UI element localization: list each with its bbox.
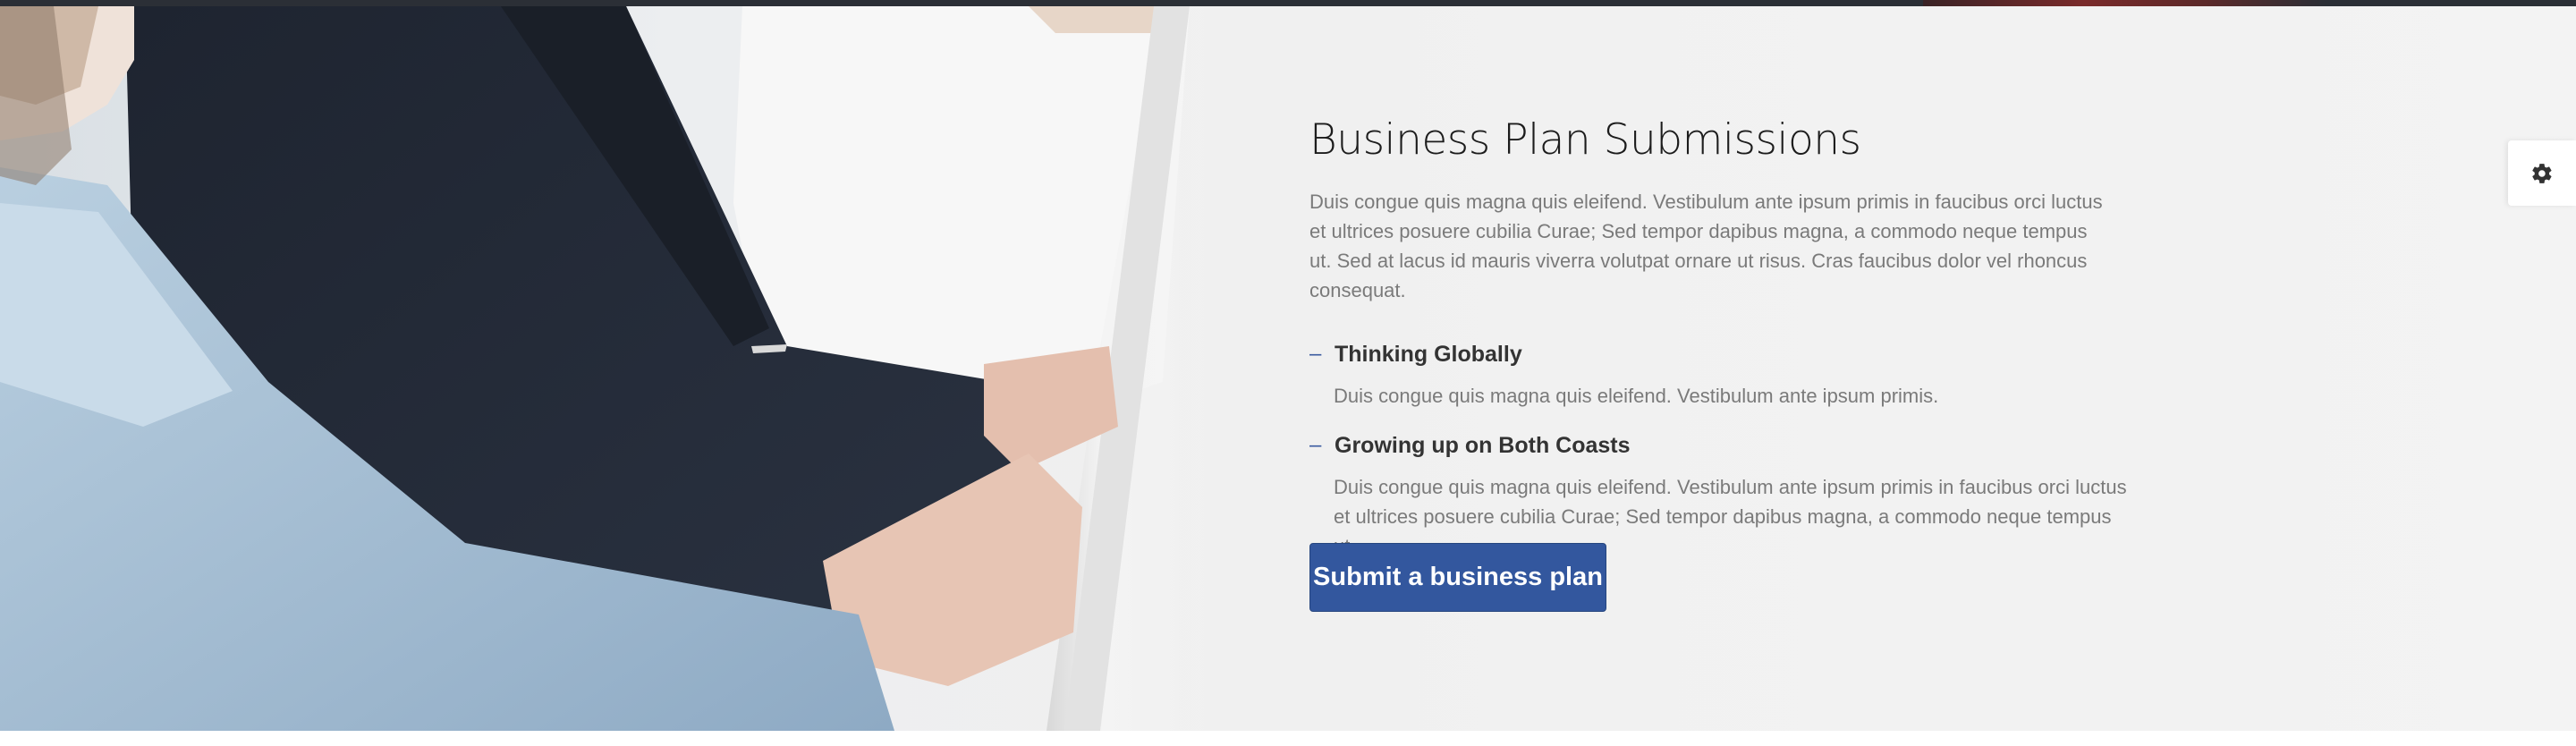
feature-description: Duis congue quis magna quis eleifend. Ve… <box>1334 385 1939 407</box>
business-plan-section: Business Plan Submissions Duis congue qu… <box>0 6 2576 731</box>
dash-bullet: – <box>1309 433 1322 457</box>
feature-title: Growing up on Both Coasts <box>1335 433 1631 458</box>
dash-bullet: – <box>1309 342 1322 366</box>
section-lead-paragraph: Duis congue quis magna quis eleifend. Ve… <box>1309 191 2103 301</box>
section-content: Business Plan Submissions Duis congue qu… <box>1309 114 2127 561</box>
feature-title: Thinking Globally <box>1335 342 1522 367</box>
page-bottom-band <box>0 731 2576 746</box>
settings-button[interactable] <box>2508 140 2576 206</box>
section-title: Business Plan Submissions <box>1309 115 1861 165</box>
gear-icon <box>2532 163 2552 183</box>
feature-item: – Thinking Globally Duis congue quis mag… <box>1309 339 2114 411</box>
feature-item: – Growing up on Both Coasts Duis congue … <box>1309 430 2127 561</box>
business-meeting-photo <box>0 6 1234 731</box>
top-bar-image-strip <box>1923 0 2326 6</box>
submit-business-plan-button[interactable]: Submit a business plan <box>1309 543 1606 612</box>
top-navigation-bar <box>0 0 2576 6</box>
